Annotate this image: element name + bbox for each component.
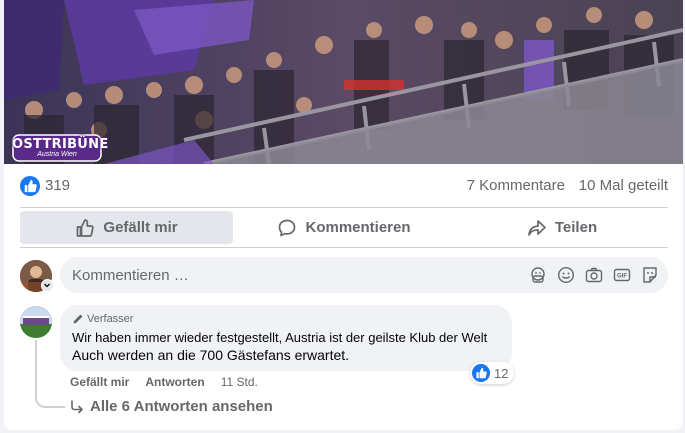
emoji-icon[interactable] <box>556 265 576 285</box>
like-button-label: Gefällt mir <box>103 219 178 236</box>
post-stats: 319 7 Kommentare 10 Mal geteilt <box>4 172 683 200</box>
post-actions: Gefällt mir Kommentieren Teilen <box>20 211 668 245</box>
comment-reply-button[interactable]: Antworten <box>145 375 204 389</box>
like-count[interactable]: 319 <box>45 177 70 194</box>
thumbs-up-icon[interactable] <box>20 176 40 196</box>
composer-icons: GIF <box>528 265 660 285</box>
svg-text:GIF: GIF <box>617 274 627 280</box>
share-arrow-icon <box>528 219 546 236</box>
comment-timestamp[interactable]: 11 Std. <box>221 375 258 389</box>
shares-count[interactable]: 10 Mal geteilt <box>579 177 668 194</box>
pen-icon <box>73 314 83 324</box>
gif-icon[interactable]: GIF <box>612 265 632 285</box>
chevron-down-icon[interactable] <box>41 279 54 292</box>
thumbs-up-icon <box>472 364 490 382</box>
share-button-label: Teilen <box>554 219 598 236</box>
comment-text-line2: Auch werden an die 700 Gästefans erwarte… <box>72 347 350 363</box>
comment-input[interactable]: Kommentieren … GIF <box>60 257 668 293</box>
comment-author-avatar[interactable] <box>20 306 52 338</box>
camera-icon[interactable] <box>584 265 604 285</box>
sticker-icon[interactable] <box>640 265 660 285</box>
avatar-sticker-icon[interactable] <box>528 265 548 285</box>
comment-button-label: Kommentieren <box>305 219 411 236</box>
comment-bubble-icon <box>279 219 296 236</box>
comment-reactions[interactable]: 12 <box>470 362 515 384</box>
like-button[interactable]: Gefällt mir <box>20 211 233 244</box>
author-badge-label: Verfasser <box>87 313 134 325</box>
reply-arrow-icon <box>71 399 83 413</box>
comment-button[interactable]: Kommentieren <box>236 211 452 244</box>
comment-input-placeholder: Kommentieren … <box>72 267 189 284</box>
view-replies-label: Alle 6 Antworten ansehen <box>90 398 273 415</box>
divider <box>20 247 668 248</box>
view-replies-link[interactable]: Alle 6 Antworten ansehen <box>70 398 273 415</box>
comment-reaction-count: 12 <box>494 365 509 381</box>
comment-like-button[interactable]: Gefällt mir <box>70 375 129 389</box>
osttribuene-logo: OSTTRIBÜNE Austria Wien <box>12 134 108 162</box>
comment-text-line1: Wir haben immer wieder festgestellt, Aus… <box>72 330 488 345</box>
comment-bubble: Verfasser Wir haben immer wieder festges… <box>60 305 512 371</box>
divider <box>20 207 668 208</box>
comment-actions: Gefällt mir Antworten 11 Std. <box>70 375 258 389</box>
post-photo[interactable]: OSTTRIBÜNE Austria Wien <box>4 0 683 164</box>
thumbs-up-outline-icon <box>77 218 95 237</box>
author-badge: Verfasser <box>72 313 133 325</box>
comments-count[interactable]: 7 Kommentare <box>467 177 565 194</box>
share-button[interactable]: Teilen <box>456 211 668 244</box>
post-card: OSTTRIBÜNE Austria Wien 319 7 Kommentare… <box>4 0 683 430</box>
